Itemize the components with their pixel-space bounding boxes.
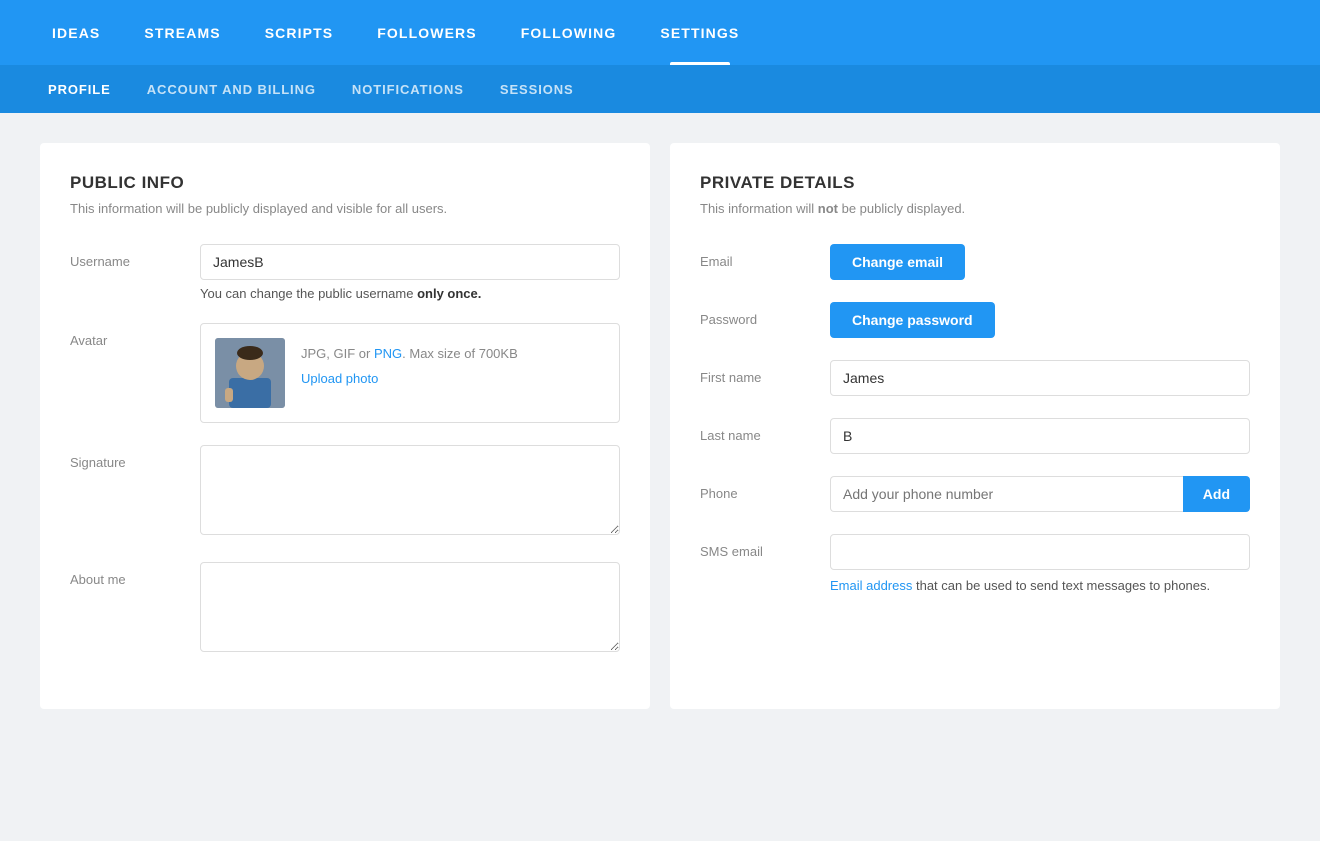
password-row: Password Change password	[700, 302, 1250, 338]
password-label: Password	[700, 302, 830, 327]
upload-photo-link[interactable]: Upload photo	[301, 369, 518, 390]
avatar-label: Avatar	[70, 323, 200, 348]
nav-settings[interactable]: SETTINGS	[638, 0, 761, 65]
about-row: About me	[70, 562, 620, 657]
public-info-subtitle: This information will be publicly displa…	[70, 201, 620, 216]
add-phone-button[interactable]: Add	[1183, 476, 1250, 512]
username-hint: You can change the public username only …	[200, 286, 620, 301]
about-control-wrap	[200, 562, 620, 657]
sms-email-label: SMS email	[700, 534, 830, 559]
avatar-info: JPG, GIF or PNG. Max size of 700KB Uploa…	[301, 338, 518, 390]
lastname-input[interactable]	[830, 418, 1250, 454]
phone-label: Phone	[700, 476, 830, 501]
sms-email-input[interactable]	[830, 534, 1250, 570]
private-details-title: PRIVATE DETAILS	[700, 173, 1250, 193]
subnav-account-billing[interactable]: ACCOUNT AND BILLING	[129, 65, 334, 113]
phone-input-wrap: Add	[830, 476, 1250, 512]
lastname-control-wrap	[830, 418, 1250, 454]
nav-ideas[interactable]: IDEAS	[30, 0, 122, 65]
password-control-wrap: Change password	[830, 302, 1250, 338]
phone-input[interactable]	[830, 476, 1183, 512]
email-label: Email	[700, 244, 830, 269]
signature-row: Signature	[70, 445, 620, 540]
lastname-row: Last name	[700, 418, 1250, 454]
about-label: About me	[70, 562, 200, 587]
change-password-button[interactable]: Change password	[830, 302, 995, 338]
firstname-control-wrap	[830, 360, 1250, 396]
email-row: Email Change email	[700, 244, 1250, 280]
sms-email-control-wrap: Email address that can be used to send t…	[830, 534, 1250, 596]
private-details-card: PRIVATE DETAILS This information will no…	[670, 143, 1280, 709]
avatar-image	[215, 338, 285, 408]
phone-row: Phone Add	[700, 476, 1250, 512]
sms-hint: Email address that can be used to send t…	[830, 576, 1250, 596]
top-navigation: IDEAS STREAMS SCRIPTS FOLLOWERS FOLLOWIN…	[0, 0, 1320, 65]
nav-following[interactable]: FOLLOWING	[499, 0, 639, 65]
subnav-profile[interactable]: PROFILE	[30, 65, 129, 113]
public-info-card: PUBLIC INFO This information will be pub…	[40, 143, 650, 709]
username-label: Username	[70, 244, 200, 269]
nav-streams[interactable]: STREAMS	[122, 0, 242, 65]
avatar-svg	[215, 338, 285, 408]
firstname-label: First name	[700, 360, 830, 385]
signature-label: Signature	[70, 445, 200, 470]
username-input[interactable]	[200, 244, 620, 280]
about-textarea[interactable]	[200, 562, 620, 652]
firstname-input[interactable]	[830, 360, 1250, 396]
phone-control-wrap: Add	[830, 476, 1250, 512]
lastname-label: Last name	[700, 418, 830, 443]
nav-followers[interactable]: FOLLOWERS	[355, 0, 499, 65]
page-content: PUBLIC INFO This information will be pub…	[0, 113, 1320, 739]
signature-control-wrap	[200, 445, 620, 540]
public-info-title: PUBLIC INFO	[70, 173, 620, 193]
subnav-sessions[interactable]: SESSIONS	[482, 65, 592, 113]
email-control-wrap: Change email	[830, 244, 1250, 280]
subnav-notifications[interactable]: NOTIFICATIONS	[334, 65, 482, 113]
sub-navigation: PROFILE ACCOUNT AND BILLING NOTIFICATION…	[0, 65, 1320, 113]
nav-scripts[interactable]: SCRIPTS	[243, 0, 356, 65]
username-control-wrap: You can change the public username only …	[200, 244, 620, 301]
avatar-control-wrap: JPG, GIF or PNG. Max size of 700KB Uploa…	[200, 323, 620, 423]
private-details-subtitle: This information will not be publicly di…	[700, 201, 1250, 216]
username-row: Username You can change the public usern…	[70, 244, 620, 301]
sms-email-row: SMS email Email address that can be used…	[700, 534, 1250, 596]
avatar-row: Avatar	[70, 323, 620, 423]
signature-textarea[interactable]	[200, 445, 620, 535]
avatar-area: JPG, GIF or PNG. Max size of 700KB Uploa…	[200, 323, 620, 423]
change-email-button[interactable]: Change email	[830, 244, 965, 280]
firstname-row: First name	[700, 360, 1250, 396]
